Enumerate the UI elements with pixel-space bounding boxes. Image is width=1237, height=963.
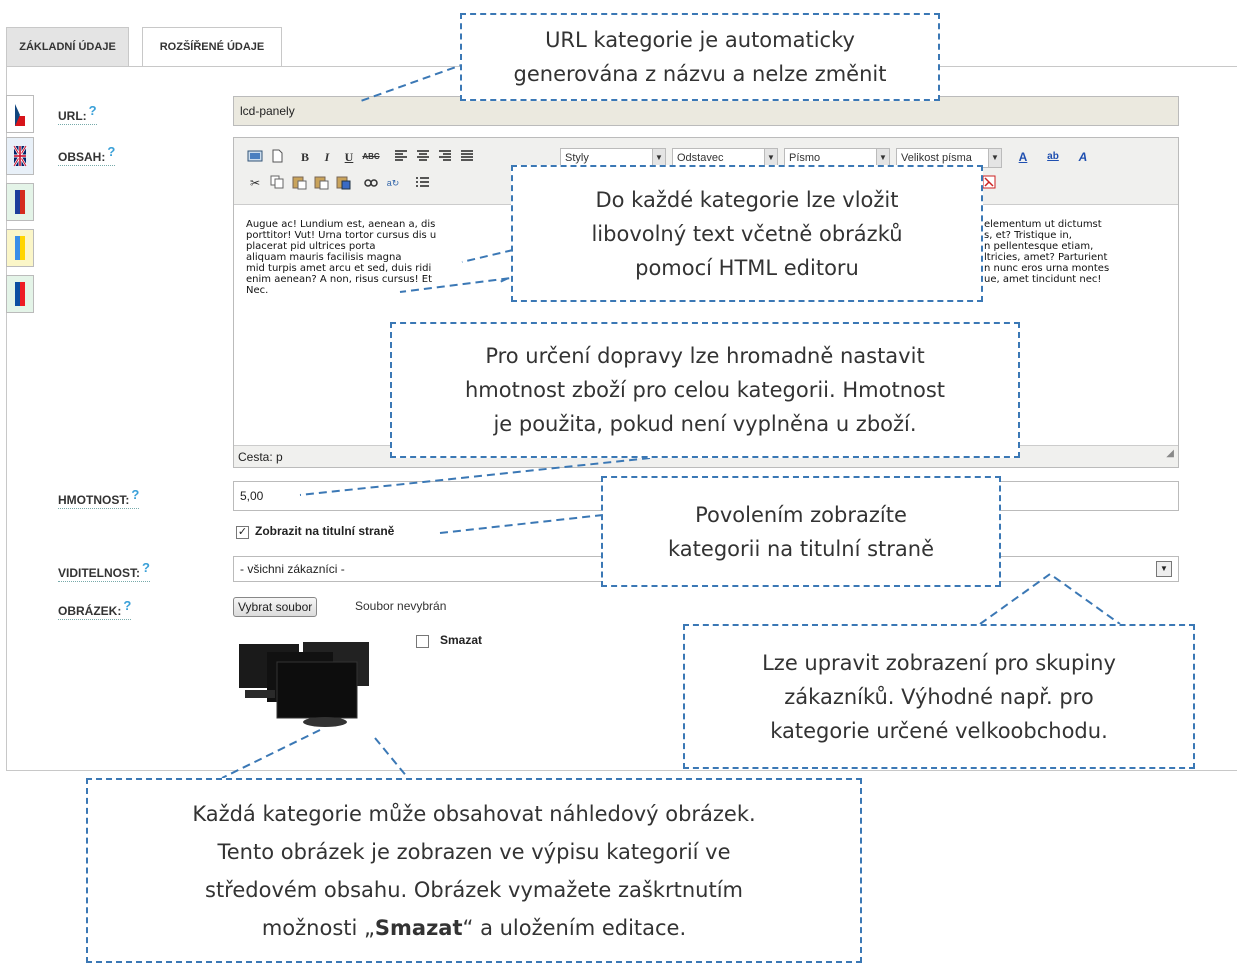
- callout-visibility: Lze upravit zobrazení pro skupiny zákazn…: [683, 624, 1195, 769]
- callout-image-line-4-pre: možnosti „: [261, 915, 375, 940]
- callout-image-line-4-post: “ a uložením editace.: [462, 915, 687, 940]
- callout-content: Do každé kategorie lze vložit libovolný …: [511, 165, 983, 302]
- callout-image-line-4: možnosti „Smazat“ a uložením editace.: [262, 909, 686, 947]
- callout-url: URL kategorie je automaticky generována …: [460, 13, 940, 101]
- callout-image-line-3: středovém obsahu. Obrázek vymažete zaškr…: [205, 877, 743, 902]
- callout-image-line-2: Tento obrázek je zobrazen ve výpisu kate…: [217, 839, 731, 864]
- callout-image: Každá kategorie může obsahovat náhledový…: [86, 778, 862, 963]
- callout-homepage: Povolením zobrazíte kategorii na titulní…: [601, 476, 1001, 587]
- callout-image-line-1: Každá kategorie může obsahovat náhledový…: [192, 801, 756, 826]
- callout-image-line-4-bold: Smazat: [374, 915, 463, 940]
- callout-weight: Pro určení dopravy lze hromadně nastavit…: [390, 322, 1020, 458]
